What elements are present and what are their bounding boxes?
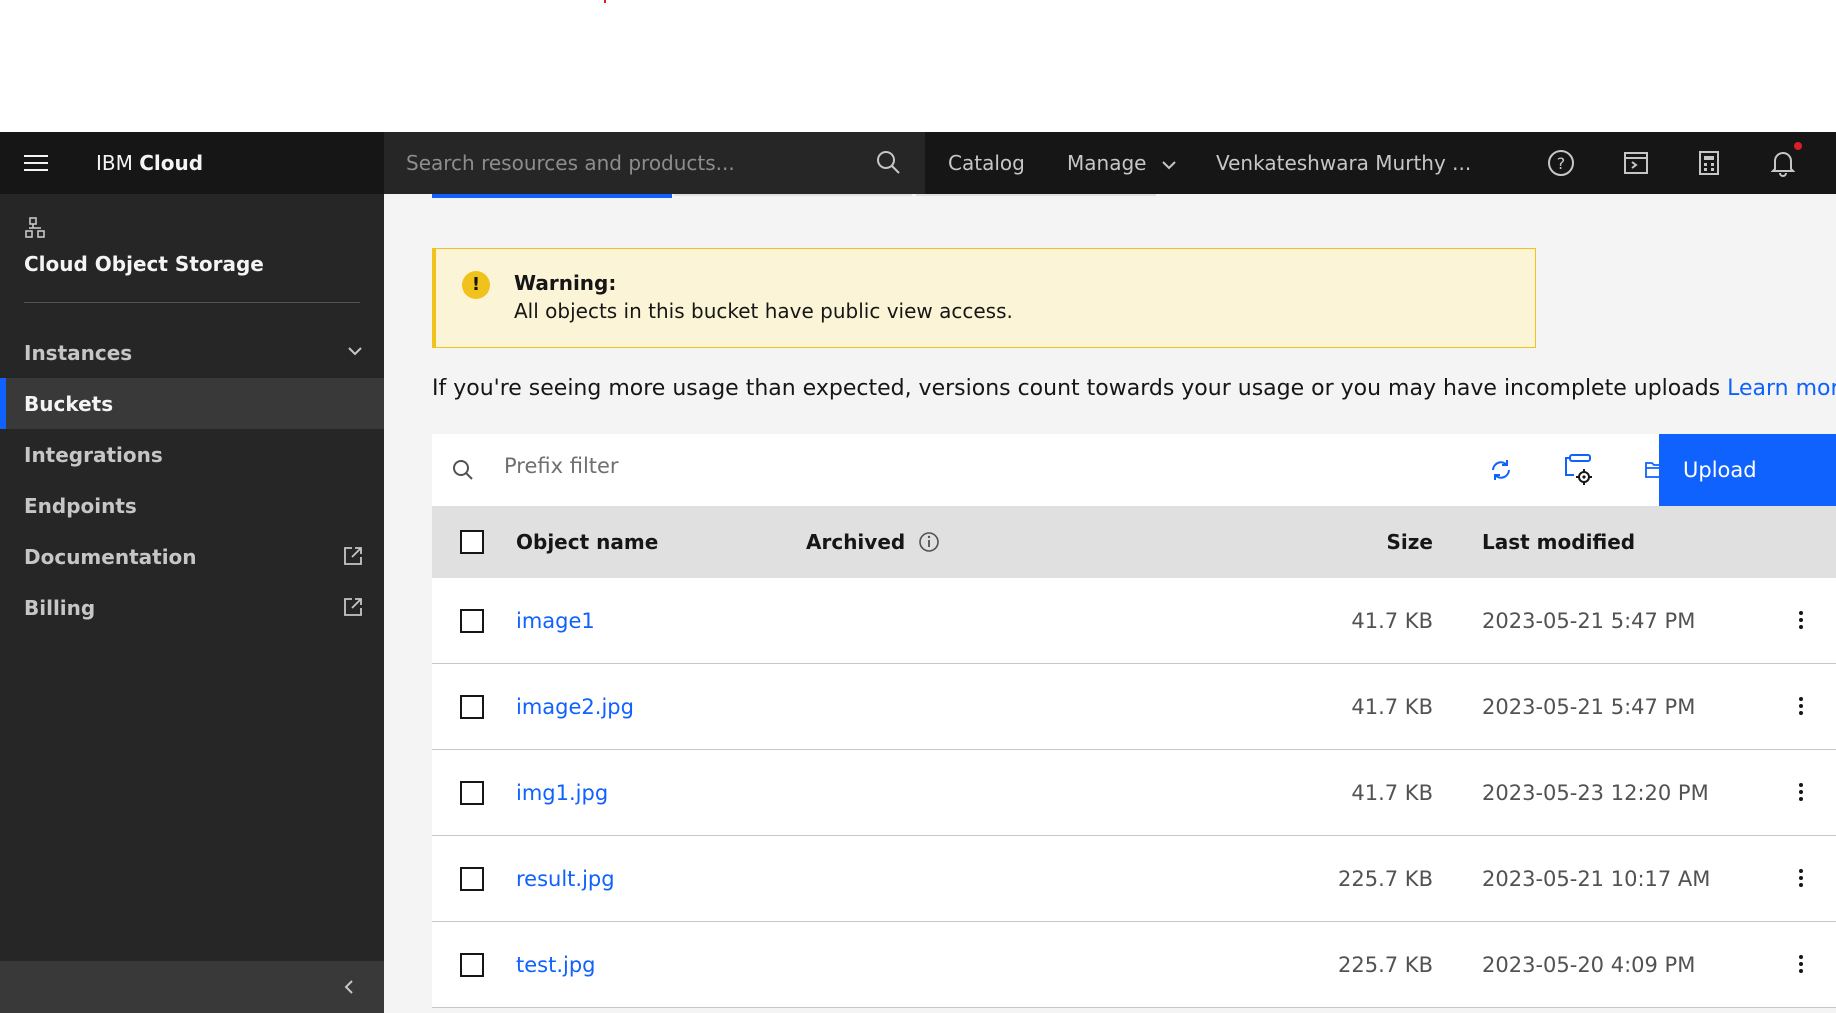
prefix-filter-input[interactable] — [504, 454, 1204, 478]
usage-notice: If you're seeing more usage than expecte… — [432, 376, 1836, 401]
external-link-icon — [342, 596, 364, 623]
tab-indicator-active[interactable] — [432, 194, 672, 198]
row-checkbox[interactable] — [460, 695, 484, 719]
svg-text:?: ? — [1557, 154, 1566, 173]
warning-icon: ! — [462, 271, 490, 299]
column-header-archived-label: Archived — [806, 530, 906, 554]
object-modified: 2023-05-23 12:20 PM — [1482, 781, 1709, 805]
search-icon[interactable] — [875, 149, 901, 179]
sidebar-item-label: Instances — [24, 340, 133, 365]
brand-prefix: IBM — [96, 151, 133, 175]
global-search[interactable] — [384, 132, 925, 194]
table-header: Object name Archived Size Last modified — [432, 506, 1836, 578]
object-modified: 2023-05-21 5:47 PM — [1482, 695, 1696, 719]
sidebar: Cloud Object Storage Instances Buckets I… — [0, 194, 384, 1013]
object-name-link[interactable]: image1 — [516, 578, 595, 664]
catalog-link[interactable]: Catalog — [948, 132, 1025, 194]
table-row: image1 41.7 KB 2023-05-21 5:47 PM — [432, 578, 1836, 664]
service-title: Cloud Object Storage — [24, 252, 264, 276]
account-switcher[interactable]: Venkateshwara Murthy ... — [1216, 132, 1471, 194]
column-header-name[interactable]: Object name — [516, 506, 658, 578]
object-modified: 2023-05-21 5:47 PM — [1482, 609, 1696, 633]
notification-icon[interactable] — [1752, 132, 1814, 194]
column-header-modified[interactable]: Last modified — [1482, 506, 1635, 578]
refresh-icon[interactable] — [1470, 434, 1532, 506]
sidebar-item-integrations[interactable]: Integrations — [0, 429, 384, 480]
row-checkbox[interactable] — [460, 609, 484, 633]
info-icon[interactable] — [918, 531, 940, 553]
object-name-link[interactable]: img1.jpg — [516, 750, 608, 836]
brand-bold: Cloud — [139, 151, 204, 175]
chevron-left-icon — [342, 977, 356, 1001]
sidebar-item-billing[interactable]: Billing — [0, 582, 384, 633]
object-name-link[interactable]: test.jpg — [516, 922, 596, 1008]
row-checkbox[interactable] — [460, 781, 484, 805]
select-all-checkbox[interactable] — [460, 530, 484, 554]
usage-notice-text: If you're seeing more usage than expecte… — [432, 376, 1721, 401]
menu-icon[interactable] — [0, 132, 72, 194]
table-row: img1.jpg 41.7 KB 2023-05-23 12:20 PM — [432, 750, 1836, 836]
manage-label: Manage — [1067, 151, 1147, 175]
object-size: 41.7 KB — [1351, 781, 1433, 805]
sidebar-collapse-button[interactable] — [0, 961, 384, 1013]
overflow-menu-icon[interactable] — [1798, 610, 1804, 635]
help-icon[interactable]: ? — [1530, 132, 1592, 194]
sidebar-item-label: Endpoints — [24, 493, 137, 518]
sidebar-item-buckets[interactable]: Buckets — [0, 378, 384, 429]
object-size: 225.7 KB — [1338, 953, 1433, 977]
chevron-down-icon — [1162, 161, 1176, 170]
learn-more-link[interactable]: Learn more — [1727, 376, 1836, 401]
sidebar-item-label: Billing — [24, 595, 96, 620]
sidebar-item-endpoints[interactable]: Endpoints — [0, 480, 384, 531]
row-checkbox[interactable] — [460, 867, 484, 891]
overflow-menu-icon[interactable] — [1798, 868, 1804, 893]
object-size: 41.7 KB — [1351, 609, 1433, 633]
browser-blank-area — [0, 0, 1836, 132]
chevron-down-icon — [346, 341, 364, 365]
search-icon — [432, 434, 494, 506]
overflow-menu-icon[interactable] — [1798, 954, 1804, 979]
sidebar-item-label: Integrations — [24, 442, 163, 467]
warning-notification: ! Warning: All objects in this bucket ha… — [432, 248, 1536, 348]
object-size: 225.7 KB — [1338, 867, 1433, 891]
table-row: image2.jpg 41.7 KB 2023-05-21 5:47 PM — [432, 664, 1836, 750]
sidebar-divider — [24, 302, 360, 303]
notification-badge — [1794, 142, 1802, 150]
brand-logo[interactable]: IBM Cloud — [96, 132, 203, 194]
object-modified: 2023-05-20 4:09 PM — [1482, 953, 1696, 977]
warning-title: Warning: — [514, 271, 617, 295]
table-row: result.jpg 225.7 KB 2023-05-21 10:17 AM — [432, 836, 1836, 922]
warning-text: All objects in this bucket have public v… — [514, 299, 1013, 323]
search-input[interactable] — [406, 151, 846, 175]
main-content: ! Warning: All objects in this bucket ha… — [384, 194, 1836, 1013]
table-row: test.jpg 225.7 KB 2023-05-20 4:09 PM — [432, 922, 1836, 1008]
object-storage-icon — [24, 216, 48, 244]
object-modified: 2023-05-21 10:17 AM — [1482, 867, 1711, 891]
external-link-icon — [342, 545, 364, 572]
sidebar-item-label: Buckets — [24, 391, 114, 416]
overflow-menu-icon[interactable] — [1798, 696, 1804, 721]
column-header-size[interactable]: Size — [1212, 506, 1433, 578]
calculator-icon[interactable] — [1678, 132, 1740, 194]
top-header: IBM Cloud Catalog Manage Venkateshwara M… — [0, 132, 1836, 194]
manage-menu[interactable]: Manage — [1067, 132, 1177, 194]
tab-indicator[interactable] — [916, 194, 1156, 196]
object-name-link[interactable]: result.jpg — [516, 836, 615, 922]
sidebar-item-label: Documentation — [24, 544, 197, 569]
tab-indicator[interactable] — [674, 194, 912, 196]
object-name-link[interactable]: image2.jpg — [516, 664, 634, 750]
object-size: 41.7 KB — [1351, 695, 1433, 719]
sidebar-item-instances[interactable]: Instances — [0, 327, 384, 378]
table-toolbar: Upload — [432, 434, 1836, 506]
row-checkbox[interactable] — [460, 953, 484, 977]
settings-icon[interactable] — [1548, 434, 1610, 506]
sidebar-item-documentation[interactable]: Documentation — [0, 531, 384, 582]
upload-button[interactable]: Upload — [1659, 434, 1836, 506]
column-header-archived[interactable]: Archived — [806, 506, 940, 578]
overflow-menu-icon[interactable] — [1798, 782, 1804, 807]
red-marker — [604, 0, 606, 3]
terminal-icon[interactable] — [1605, 132, 1667, 194]
